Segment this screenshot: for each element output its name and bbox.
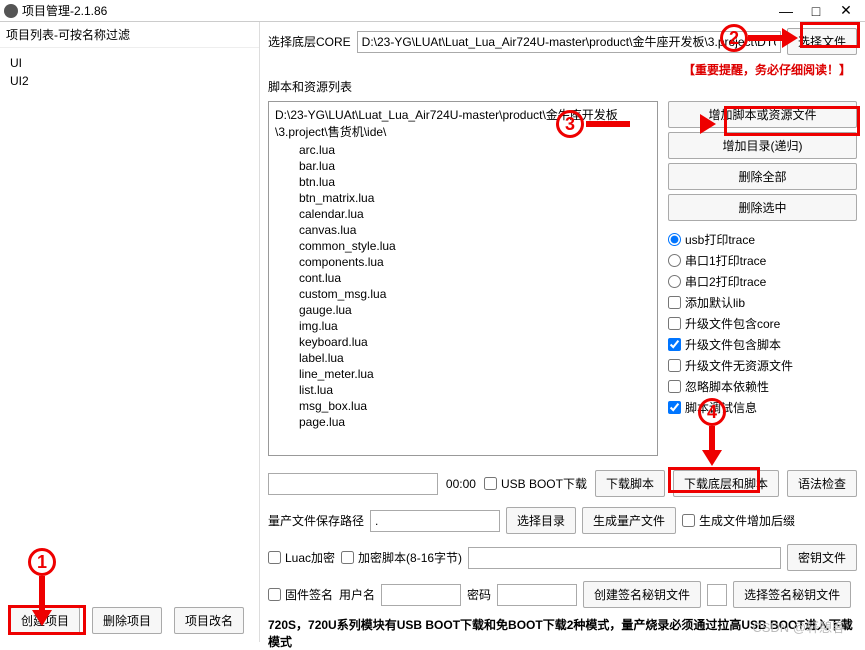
mass-path-input[interactable] xyxy=(370,510,500,532)
uart2-trace-radio[interactable] xyxy=(668,275,681,288)
delete-all-button[interactable]: 删除全部 xyxy=(668,163,857,190)
file-item[interactable]: label.lua xyxy=(271,350,655,366)
important-notice: 【重要提醒，务必仔细阅读！】 xyxy=(268,61,857,78)
app-icon xyxy=(4,4,18,18)
script-list-label: 脚本和资源列表 xyxy=(268,78,352,95)
select-sign-key-button[interactable]: 选择签名秘钥文件 xyxy=(733,581,851,608)
file-item[interactable]: img.lua xyxy=(271,318,655,334)
syntax-check-button[interactable]: 语法检查 xyxy=(787,470,857,497)
progress-bar xyxy=(268,473,438,495)
file-item[interactable]: keyboard.lua xyxy=(271,334,655,350)
file-item[interactable]: btn_matrix.lua xyxy=(271,190,655,206)
core-label: 选择底层CORE xyxy=(268,33,351,50)
create-sign-key-button[interactable]: 创建签名秘钥文件 xyxy=(583,581,701,608)
password-input[interactable] xyxy=(497,584,577,606)
window-title: 项目管理-2.1.86 xyxy=(22,2,107,19)
uart1-trace-radio[interactable] xyxy=(668,254,681,267)
encrypt-key-input[interactable] xyxy=(468,547,781,569)
upgrade-script-checkbox[interactable] xyxy=(668,338,681,351)
debug-info-checkbox[interactable] xyxy=(668,401,681,414)
close-button[interactable]: ✕ xyxy=(831,2,861,19)
file-item[interactable]: bar.lua xyxy=(271,158,655,174)
encrypt-script-checkbox[interactable] xyxy=(341,551,354,564)
firmware-sign-checkbox[interactable] xyxy=(268,588,281,601)
select-core-file-button[interactable]: 选择文件 xyxy=(787,28,857,55)
watermark: CSDN @轩憩客 xyxy=(752,617,845,636)
default-lib-checkbox[interactable] xyxy=(668,296,681,309)
luac-encrypt-checkbox[interactable] xyxy=(268,551,281,564)
download-script-button[interactable]: 下载脚本 xyxy=(595,470,665,497)
key-file-button[interactable]: 密钥文件 xyxy=(787,544,857,571)
file-item[interactable]: btn.lua xyxy=(271,174,655,190)
file-item[interactable]: components.lua xyxy=(271,254,655,270)
usb-boot-checkbox[interactable] xyxy=(484,477,497,490)
file-item[interactable]: canvas.lua xyxy=(271,222,655,238)
upgrade-core-checkbox[interactable] xyxy=(668,317,681,330)
file-item[interactable]: custom_msg.lua xyxy=(271,286,655,302)
core-path-input[interactable] xyxy=(357,31,781,53)
file-item[interactable]: gauge.lua xyxy=(271,302,655,318)
add-script-button[interactable]: 增加脚本或资源文件 xyxy=(668,101,857,128)
project-item[interactable]: UI2 xyxy=(0,72,259,90)
sign-key-path[interactable] xyxy=(707,584,727,606)
select-mass-dir-button[interactable]: 选择目录 xyxy=(506,507,576,534)
create-project-button[interactable]: 创建项目 xyxy=(10,607,80,634)
download-core-script-button[interactable]: 下载底层和脚本 xyxy=(673,470,779,497)
file-item[interactable]: calendar.lua xyxy=(271,206,655,222)
mass-path-label: 量产文件保存路径 xyxy=(268,512,364,529)
maximize-button[interactable]: □ xyxy=(801,3,831,19)
file-item[interactable]: cont.lua xyxy=(271,270,655,286)
file-item[interactable]: arc.lua xyxy=(271,142,655,158)
file-item[interactable]: msg_box.lua xyxy=(271,398,655,414)
file-item[interactable]: common_style.lua xyxy=(271,238,655,254)
script-file-list[interactable]: D:\23-YG\LUAt\Luat_Lua_Air724U-master\pr… xyxy=(268,101,658,456)
time-label: 00:00 xyxy=(446,477,476,491)
upgrade-no-res-checkbox[interactable] xyxy=(668,359,681,372)
password-label: 密码 xyxy=(467,586,491,603)
delete-selected-button[interactable]: 删除选中 xyxy=(668,194,857,221)
project-list-header: 项目列表-可按名称过滤 xyxy=(0,22,259,48)
list-root[interactable]: D:\23-YG\LUAt\Luat_Lua_Air724U-master\pr… xyxy=(271,104,655,142)
gen-mass-file-button[interactable]: 生成量产文件 xyxy=(582,507,676,534)
minimize-button[interactable]: — xyxy=(771,3,801,19)
file-item[interactable]: list.lua xyxy=(271,382,655,398)
delete-project-button[interactable]: 删除项目 xyxy=(92,607,162,634)
mass-suffix-checkbox[interactable] xyxy=(682,514,695,527)
username-label: 用户名 xyxy=(339,586,375,603)
project-item[interactable]: UI xyxy=(0,54,259,72)
add-dir-button[interactable]: 增加目录(递归) xyxy=(668,132,857,159)
file-item[interactable]: page.lua xyxy=(271,414,655,430)
usb-trace-radio[interactable] xyxy=(668,233,681,246)
file-item[interactable]: line_meter.lua xyxy=(271,366,655,382)
ignore-dep-checkbox[interactable] xyxy=(668,380,681,393)
username-input[interactable] xyxy=(381,584,461,606)
rename-project-button[interactable]: 项目改名 xyxy=(174,607,244,634)
project-list[interactable]: UI UI2 xyxy=(0,48,259,599)
